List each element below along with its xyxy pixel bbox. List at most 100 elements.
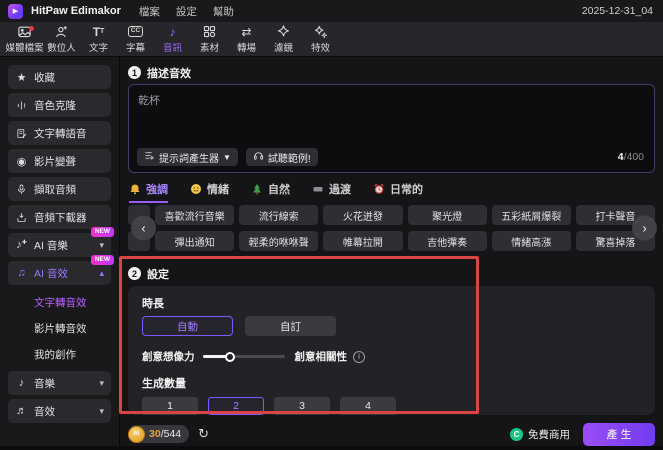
toolbar-transition[interactable]: ⇄ 轉場 (228, 25, 265, 54)
audio-icon: ♪ (169, 24, 176, 39)
chips-scroll-left-button[interactable]: ‹ (131, 215, 156, 241)
tab-nature[interactable]: 自然 (251, 181, 290, 203)
sidebar-item-extract-audio[interactable]: 擷取音頻 (8, 177, 111, 201)
credits-total: /544 (160, 428, 182, 440)
chip[interactable]: 五彩紙屑爆裂 (491, 205, 571, 225)
sidebar-subitem-my-creations[interactable]: 我的創作 (8, 341, 111, 367)
toolbar-filter[interactable]: 濾鏡 (265, 25, 302, 54)
sound-description-input[interactable]: 乾杯 提示詞產生器 ▼ 試聽範例! 4/400 (128, 84, 655, 173)
count-label: 生成數量 (142, 378, 186, 390)
chip[interactable]: 吉他彈奏 (407, 231, 487, 251)
chip[interactable]: 彈出通知 (155, 231, 235, 251)
sidebar-item-favorites[interactable]: ★ 收藏 (8, 65, 111, 89)
chip[interactable]: 帷幕拉開 (323, 231, 403, 251)
alarm-clock-icon (373, 183, 385, 195)
new-badge: NEW (90, 255, 114, 265)
count-1-button[interactable]: 1 (142, 397, 198, 415)
text-to-speech-icon (15, 128, 28, 139)
description-value: 乾杯 (138, 95, 160, 107)
tab-daily[interactable]: 日常的 (373, 181, 423, 203)
commercial-use-label: 免費商用 (528, 428, 570, 441)
refresh-icon[interactable]: ↻ (198, 426, 209, 442)
sidebar-subitem-text-to-sfx[interactable]: 文字轉音效 (8, 289, 111, 315)
chip[interactable]: 聚光燈 (407, 205, 487, 225)
sidebar-item-audio-downloader[interactable]: 音頻下載器 (8, 205, 111, 229)
coin-icon: AI (128, 425, 145, 443)
prompt-generator-button[interactable]: 提示詞產生器 ▼ (137, 148, 238, 166)
sidebar-item-voice-clone[interactable]: 音色克隆 (8, 93, 111, 117)
describe-section-header: 1 描述音效 (128, 65, 655, 80)
count-3-button[interactable]: 3 (274, 397, 330, 415)
toolbar-text[interactable]: TT 文字 (80, 25, 117, 54)
sidebar-item-sound-effects[interactable]: ♬ 音效 ▾ (8, 399, 111, 423)
music-icon: ♪ (18, 377, 25, 389)
sidebar-subitem-video-to-sfx[interactable]: 影片轉音效 (8, 315, 111, 341)
chevron-down-icon: ▾ (99, 405, 104, 416)
subtitle-icon: CC (127, 25, 144, 39)
ai-sfx-icon: ♫ (17, 267, 26, 279)
count-4-button[interactable]: 4 (340, 397, 396, 415)
toolbar-media-files[interactable]: 媒體檔案 (6, 25, 44, 54)
chip[interactable]: 流行線索 (239, 205, 319, 225)
menu-help[interactable]: 幫助 (209, 4, 238, 19)
sidebar-item-music[interactable]: ♪ 音樂 ▾ (8, 371, 111, 395)
sidebar-item-ai-sfx[interactable]: NEW ♫ AI 音效 ▴ (8, 255, 114, 285)
chips-scroll-right-button[interactable]: › (632, 215, 657, 241)
duration-custom-button[interactable]: 自訂 (245, 316, 336, 336)
toolbar-assets[interactable]: 素材 (191, 25, 228, 54)
app-title: HitPaw Edimakor (31, 5, 121, 17)
slider-handle[interactable] (225, 351, 236, 362)
creativity-imagination-label: 創意想像力 (142, 351, 195, 363)
digital-human-icon (54, 25, 69, 39)
window-bottom-edge (0, 446, 663, 450)
sample-listen-button[interactable]: 試聽範例! (245, 148, 318, 166)
toolbar-audio[interactable]: ♪ 音訊 (154, 25, 191, 54)
chip[interactable]: 輕柔的咻咻聲 (239, 231, 319, 251)
app-window: ▶ HitPaw Edimakor 檔案 設定 幫助 2025-12-31_04… (0, 0, 663, 450)
chevron-down-icon: ▾ (99, 377, 104, 388)
app-logo-icon: ▶ (8, 3, 23, 19)
settings-title: 設定 (147, 268, 169, 281)
chevron-down-icon: ▼ (223, 152, 231, 162)
info-icon[interactable]: i (353, 350, 365, 363)
menu-settings[interactable]: 設定 (172, 4, 201, 19)
sound-effect-icon: ♬ (16, 405, 27, 417)
step-1-badge: 1 (128, 66, 141, 79)
notification-dot (29, 25, 34, 31)
toolbar-subtitle[interactable]: CC 字幕 (117, 25, 154, 54)
menu-file[interactable]: 檔案 (135, 4, 164, 19)
bell-icon (129, 183, 141, 195)
count-2-button[interactable]: 2 (208, 397, 264, 415)
voice-clone-icon (15, 100, 28, 111)
star-icon: ★ (16, 71, 27, 84)
credits-pill: AI 30 /544 (128, 425, 190, 443)
transition-icon: ⇄ (241, 24, 252, 39)
toolbar-digital-human[interactable]: 數位人 (43, 25, 80, 54)
ai-music-icon: ♪ ✚ (16, 239, 27, 251)
toolbar-effects[interactable]: 特效 (302, 25, 339, 54)
headphones-icon (253, 150, 264, 164)
new-badge: NEW (90, 227, 114, 237)
category-tabs: 強調 情緒 自然 過渡 日常的 (128, 181, 655, 203)
microphone-icon (15, 184, 28, 195)
generate-button[interactable]: 產生 (583, 422, 655, 446)
describe-title: 描述音效 (147, 67, 191, 80)
tab-emotion[interactable]: 情緒 (190, 181, 229, 203)
sidebar-item-ai-music[interactable]: NEW ♪ ✚ AI 音樂 ▾ (8, 227, 114, 257)
chip[interactable]: 情緒高漲 (491, 231, 571, 251)
assets-icon (202, 25, 217, 39)
clip-icon (312, 183, 324, 195)
chip[interactable]: 火花迸發 (323, 205, 403, 225)
voice-changer-icon: ◉ (16, 155, 27, 168)
duration-label: 時長 (142, 298, 164, 310)
main-panel: 1 描述音效 乾杯 提示詞產生器 ▼ 試聽範例! 4/400 強調 情緒 自然 … (120, 57, 663, 450)
sidebar-item-voice-changer[interactable]: ◉ 影片變聲 (8, 149, 111, 173)
duration-auto-button[interactable]: 自動 (142, 316, 233, 336)
sidebar-item-text-to-speech[interactable]: 文字轉語音 (8, 121, 111, 145)
chip[interactable]: 喜歡流行音樂 (155, 205, 235, 225)
tab-transition[interactable]: 過渡 (312, 181, 351, 203)
tab-emphasis[interactable]: 強調 (129, 181, 168, 203)
tree-icon (251, 183, 263, 195)
creativity-slider[interactable] (202, 351, 285, 362)
suggestion-chips: ‹ › 喜歡流行音樂 流行線索 火花迸發 聚光燈 五彩紙屑爆裂 打卡聲音 彈出通… (128, 205, 657, 251)
